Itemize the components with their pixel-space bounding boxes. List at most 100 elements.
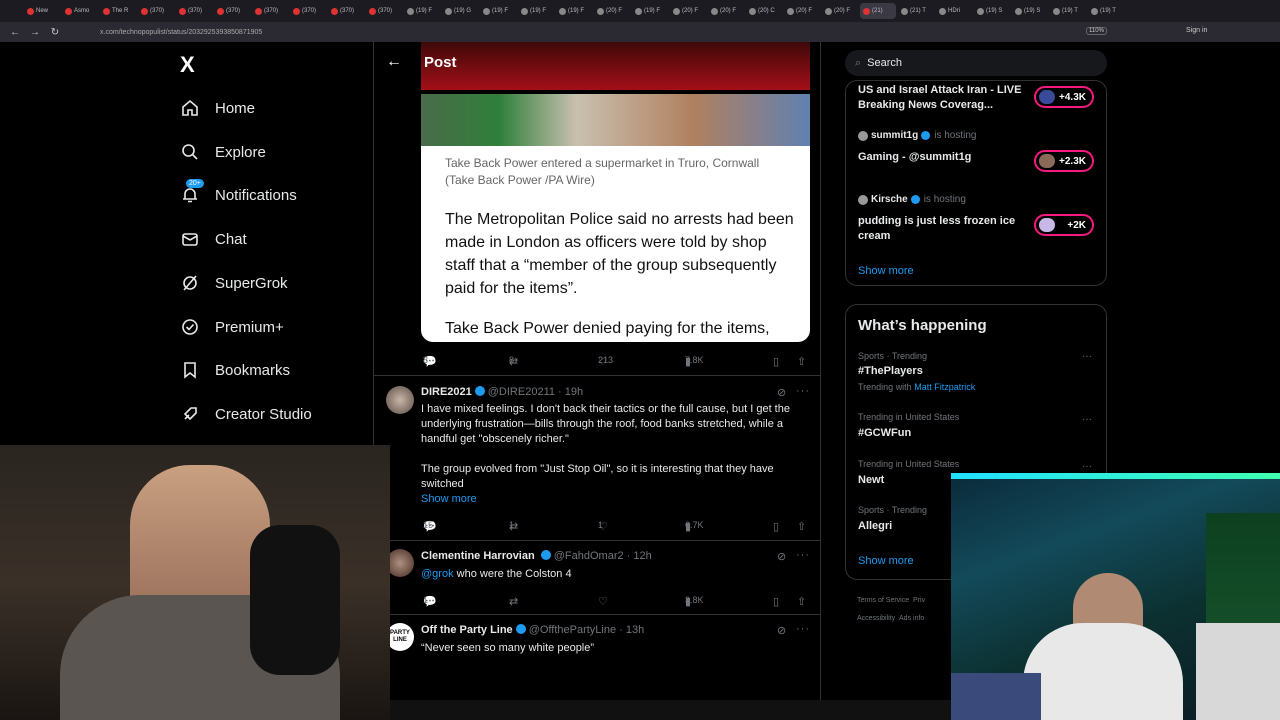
- host-line: Kirsche is hosting: [858, 194, 966, 205]
- space-title[interactable]: pudding is just less frozen ice cream: [858, 214, 1028, 244]
- browser-tab[interactable]: (20) F: [708, 3, 744, 19]
- sign-in-button[interactable]: Sign in: [1186, 27, 1207, 34]
- browser-tab[interactable]: (19) S: [1012, 3, 1048, 19]
- browser-tab[interactable]: (20) F: [822, 3, 858, 19]
- trend-name[interactable]: #GCWFun: [858, 427, 911, 439]
- browser-tab[interactable]: (19) G: [442, 3, 478, 19]
- mention-link[interactable]: @grok: [421, 568, 454, 580]
- browser-tab[interactable]: (370): [366, 3, 402, 19]
- footer-link[interactable]: Ads info: [899, 615, 924, 622]
- trend-name[interactable]: Allegri: [858, 520, 892, 532]
- url-field[interactable]: x.com/technopopulist/status/203292539385…: [100, 29, 262, 36]
- nav-home[interactable]: Home: [180, 94, 255, 122]
- tab-label: (370): [150, 8, 165, 14]
- browser-tab[interactable]: (19) F: [480, 3, 516, 19]
- nav-premium-label: Premium+: [215, 318, 284, 336]
- trend-more-icon[interactable]: ···: [1082, 461, 1092, 472]
- show-more-link[interactable]: Show more: [858, 265, 914, 277]
- tab-label: (370): [378, 8, 393, 14]
- grok-icon[interactable]: ⊘: [777, 550, 786, 563]
- hosting-label: is hosting: [923, 194, 966, 205]
- back-nav-icon[interactable]: ←: [10, 27, 20, 38]
- repost-count: 1: [509, 520, 515, 530]
- tab-label: (19) S: [1024, 8, 1041, 14]
- tab-label: (19) F: [530, 8, 547, 14]
- browser-tab[interactable]: (20) F: [784, 3, 820, 19]
- browser-tab[interactable]: (20) C: [746, 3, 782, 19]
- browser-tab[interactable]: (370): [138, 3, 174, 19]
- live-thumbnail: [1039, 154, 1055, 168]
- browser-tab[interactable]: (370): [328, 3, 364, 19]
- live-count-pill[interactable]: +2.3K: [1034, 150, 1094, 172]
- nav-creator-studio[interactable]: Creator Studio: [180, 400, 312, 428]
- browser-tab[interactable]: HDri: [936, 3, 972, 19]
- tab-label: (20) F: [606, 8, 623, 14]
- avatar[interactable]: [386, 549, 414, 577]
- browser-tab[interactable]: The R: [100, 3, 136, 19]
- space-title[interactable]: Gaming - @summit1g: [858, 150, 971, 165]
- browser-tab[interactable]: (19) F: [632, 3, 668, 19]
- more-options-icon[interactable]: ···: [796, 549, 810, 561]
- trend-more-icon[interactable]: ···: [1082, 351, 1092, 362]
- browser-tab[interactable]: (19) T: [1050, 3, 1086, 19]
- footer-link[interactable]: Priv: [913, 597, 925, 604]
- article-screenshot[interactable]: Take Back Power entered a supermarket in…: [421, 94, 810, 342]
- browser-tab[interactable]: (19) S: [974, 3, 1010, 19]
- browser-tab[interactable]: (20) F: [670, 3, 706, 19]
- browser-tab[interactable]: New: [24, 3, 60, 19]
- browser-url-bar: ← → ↻ x.com/technopopulist/status/203292…: [0, 22, 1280, 42]
- more-options-icon[interactable]: ···: [796, 623, 810, 635]
- trend-with-link[interactable]: Matt Fitzpatrick: [914, 382, 975, 392]
- zoom-level[interactable]: 110%: [1086, 27, 1107, 35]
- browser-tab[interactable]: (19) F: [556, 3, 592, 19]
- live-count-pill[interactable]: +4.3K: [1034, 86, 1094, 108]
- reply-author[interactable]: DIRE2021 @DIRE20211 · 19h: [421, 386, 583, 398]
- forward-nav-icon[interactable]: →: [30, 27, 40, 38]
- nav-supergrok[interactable]: SuperGrok: [180, 269, 288, 297]
- show-more-link[interactable]: Show more: [421, 492, 811, 507]
- live-count-pill[interactable]: +2K: [1034, 214, 1094, 236]
- browser-tab[interactable]: (20) F: [594, 3, 630, 19]
- nav-notifications[interactable]: 20+ Notifications: [180, 179, 297, 209]
- x-logo[interactable]: X: [180, 52, 195, 78]
- live-title[interactable]: US and Israel Attack Iran - LIVE Breakin…: [858, 83, 1028, 113]
- browser-tab[interactable]: (21): [860, 3, 896, 19]
- footer-link[interactable]: Accessibility: [857, 615, 895, 622]
- nav-explore[interactable]: Explore: [180, 138, 266, 166]
- back-arrow-icon[interactable]: ←: [386, 53, 402, 71]
- trend-more-icon[interactable]: ···: [1082, 414, 1092, 425]
- footer-link[interactable]: Terms of Service: [857, 597, 909, 604]
- grok-icon: [180, 273, 200, 293]
- browser-tab[interactable]: (19) F: [404, 3, 440, 19]
- tab-label: (370): [340, 8, 355, 14]
- browser-tab[interactable]: (370): [290, 3, 326, 19]
- tab-label: (19) G: [454, 8, 472, 14]
- search-input[interactable]: ⌕ Search: [845, 50, 1107, 76]
- browser-tab[interactable]: (19) F: [518, 3, 554, 19]
- trend-name[interactable]: #ThePlayers: [858, 365, 923, 377]
- author-handle: @DIRE20211: [487, 386, 555, 398]
- tab-favicon-icon: [1015, 7, 1022, 15]
- trend-name[interactable]: Newt: [858, 474, 884, 486]
- avatar[interactable]: [386, 386, 414, 414]
- avatar[interactable]: PARTY LINE: [386, 623, 414, 651]
- browser-tab[interactable]: (21) T: [898, 3, 934, 19]
- grok-icon[interactable]: ⊘: [777, 624, 786, 637]
- article-paragraph-2: Take Back Power denied paying for the it…: [445, 320, 770, 337]
- tab-favicon-icon: [521, 7, 528, 15]
- browser-tab[interactable]: (370): [176, 3, 212, 19]
- nav-bookmarks[interactable]: Bookmarks: [180, 356, 290, 384]
- browser-tab[interactable]: (19) T: [1088, 3, 1124, 19]
- whats-happening-title: What’s happening: [858, 317, 987, 334]
- reply-author[interactable]: Off the Party Line @OfftheParty​Line · 13…: [421, 624, 644, 636]
- nav-chat[interactable]: Chat: [180, 225, 247, 253]
- show-more-link[interactable]: Show more: [858, 555, 914, 567]
- reply-author[interactable]: Clementine Harrovian @FahdOmar2 · 12h: [421, 550, 652, 562]
- reload-icon[interactable]: ↻: [50, 27, 60, 38]
- browser-tab[interactable]: Asmo: [62, 3, 98, 19]
- nav-premium[interactable]: Premium+: [180, 313, 284, 341]
- browser-tab[interactable]: (370): [214, 3, 250, 19]
- more-options-icon[interactable]: ···: [796, 385, 810, 397]
- browser-tab[interactable]: (370): [252, 3, 288, 19]
- grok-icon[interactable]: ⊘: [777, 386, 786, 399]
